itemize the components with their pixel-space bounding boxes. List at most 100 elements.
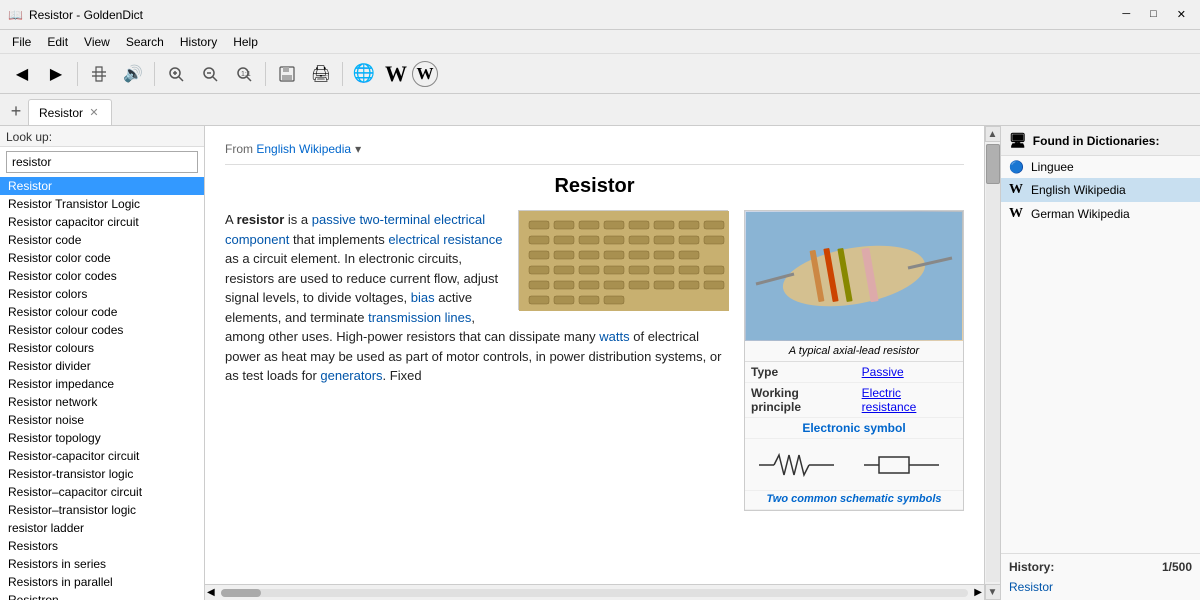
word-item[interactable]: Resistor color codes	[0, 267, 204, 285]
titlebar-left: 📖 Resistor - GoldenDict	[8, 8, 143, 22]
link-transmission-lines[interactable]: transmission lines	[368, 310, 471, 325]
monitor-icon: 🖥	[1009, 132, 1027, 149]
minimize-button[interactable]: ─	[1116, 6, 1136, 23]
content-area: From English Wikipedia ▾ Resistor	[205, 126, 984, 584]
menu-file[interactable]: File	[4, 33, 39, 51]
word-item[interactable]: Resistor colors	[0, 285, 204, 303]
dictionary-item[interactable]: WEnglish Wikipedia	[1001, 178, 1200, 202]
print-button[interactable]: 🖨	[305, 59, 337, 89]
word-item[interactable]: Resistor noise	[0, 411, 204, 429]
maximize-button[interactable]: □	[1144, 6, 1163, 23]
infobox-value-type[interactable]: Passive	[856, 362, 963, 383]
back-button[interactable]: ◀	[6, 59, 38, 89]
source-link[interactable]: English Wikipedia	[256, 142, 351, 156]
new-tab-button[interactable]: +	[4, 99, 28, 123]
word-item[interactable]: Resistor topology	[0, 429, 204, 447]
from-source: From English Wikipedia	[225, 142, 351, 156]
scan-button[interactable]	[83, 59, 115, 89]
infobox-row-working: Working principle Electric resistance	[745, 383, 963, 418]
word-item[interactable]: Resistor network	[0, 393, 204, 411]
tab-resistor[interactable]: Resistor ✕	[28, 99, 112, 125]
word-item[interactable]: Resistor–transistor logic	[0, 501, 204, 519]
lookup-label: Look up:	[0, 126, 204, 147]
word-item[interactable]: Resistors	[0, 537, 204, 555]
vscroll-up[interactable]: ▲	[985, 126, 1001, 142]
word-item[interactable]: Resistor impedance	[0, 375, 204, 393]
word-item[interactable]: Resistor-capacitor circuit	[0, 447, 204, 465]
history-section: History: 1/500 Resistor	[1001, 553, 1200, 600]
vscroll-track[interactable]	[986, 144, 1000, 582]
menu-view[interactable]: View	[76, 33, 118, 51]
word-item[interactable]: Resistor–capacitor circuit	[0, 483, 204, 501]
hscroll-right[interactable]: ▶	[972, 587, 984, 598]
audio-button[interactable]: 🔊	[117, 59, 149, 89]
dict-icon: W	[1009, 182, 1025, 198]
zoom-out-button[interactable]	[194, 59, 226, 89]
word-list: ResistorResistor Transistor LogicResisto…	[0, 177, 204, 600]
word-item[interactable]: Resistor	[0, 177, 204, 195]
word-item[interactable]: Resistor colours	[0, 339, 204, 357]
wikipedia-button-1[interactable]: W	[382, 60, 410, 88]
menu-history[interactable]: History	[172, 33, 225, 51]
zoom-reset-button[interactable]: 1:1	[228, 59, 260, 89]
wikipedia-button-2[interactable]: W	[412, 61, 438, 87]
hscroll-track[interactable]	[221, 589, 969, 597]
word-item[interactable]: Resistor divider	[0, 357, 204, 375]
infobox: A typical axial-lead resistor Type Passi…	[744, 210, 964, 511]
link-electrical-resistance[interactable]: electrical resistance	[388, 232, 502, 247]
word-item[interactable]: Resistor code	[0, 231, 204, 249]
forward-button[interactable]: ▶	[40, 59, 72, 89]
tabbar: + Resistor ✕	[0, 94, 1200, 126]
horizontal-scrollbar[interactable]: ◀ ▶	[205, 584, 984, 600]
search-input[interactable]	[6, 151, 198, 173]
word-item[interactable]: Resistor colour code	[0, 303, 204, 321]
infobox-row-symbol: Electronic symbol	[745, 418, 963, 439]
tab-close-button[interactable]: ✕	[87, 106, 101, 120]
dictionary-item[interactable]: 🔵 Linguee	[1001, 156, 1200, 178]
vertical-scrollbar[interactable]: ▲ ▼	[984, 126, 1000, 600]
svg-text:1:1: 1:1	[241, 71, 251, 78]
toolbar-separator-1	[77, 62, 78, 86]
infobox-image	[745, 211, 963, 341]
link-bias[interactable]: bias	[411, 290, 435, 305]
word-item[interactable]: Resistor-transistor logic	[0, 465, 204, 483]
entry-title: Resistor	[225, 175, 964, 198]
vscroll-down[interactable]: ▼	[985, 584, 1001, 600]
vscroll-thumb[interactable]	[986, 144, 1000, 184]
right-panel: 🖥 Found in Dictionaries: 🔵 Linguee WEnglis…	[1000, 126, 1200, 600]
word-item[interactable]: Resistor color code	[0, 249, 204, 267]
infobox-row-symbol-svg	[745, 439, 963, 491]
word-item[interactable]: Resistor capacitor circuit	[0, 213, 204, 231]
save-button[interactable]	[271, 59, 303, 89]
found-label: Found in Dictionaries:	[1033, 134, 1160, 148]
history-item[interactable]: Resistor	[1009, 578, 1192, 596]
close-button[interactable]: ✕	[1171, 6, 1192, 23]
hscroll-left[interactable]: ◀	[205, 587, 217, 598]
dict-label: Linguee	[1031, 160, 1074, 174]
zoom-in-button[interactable]	[160, 59, 192, 89]
word-item[interactable]: Resistors in parallel	[0, 573, 204, 591]
link-generators[interactable]: generators	[320, 368, 382, 383]
hscroll-thumb[interactable]	[221, 589, 261, 597]
history-text: History:	[1009, 560, 1054, 574]
word-item[interactable]: Resistor colour codes	[0, 321, 204, 339]
link-watts[interactable]: watts	[599, 329, 629, 344]
toolbar-separator-3	[265, 62, 266, 86]
left-panel: Look up: ResistorResistor Transistor Log…	[0, 126, 205, 600]
dict-icon: 🔵	[1009, 160, 1025, 174]
dropdown-icon[interactable]: ▾	[355, 142, 361, 156]
globe-button[interactable]: 🌐	[348, 59, 380, 89]
menu-search[interactable]: Search	[118, 33, 172, 51]
menu-help[interactable]: Help	[225, 33, 266, 51]
word-item[interactable]: resistor ladder	[0, 519, 204, 537]
word-item[interactable]: Resistors in series	[0, 555, 204, 573]
infobox-value-working[interactable]: Electric resistance	[856, 383, 963, 418]
history-label: History: 1/500	[1009, 560, 1192, 574]
from-header: From English Wikipedia ▾	[225, 136, 964, 165]
menubar: File Edit View Search History Help	[0, 30, 1200, 54]
word-item[interactable]: Resistron	[0, 591, 204, 600]
tab-label: Resistor	[39, 106, 83, 120]
dictionary-item[interactable]: WGerman Wikipedia	[1001, 202, 1200, 226]
menu-edit[interactable]: Edit	[39, 33, 76, 51]
word-item[interactable]: Resistor Transistor Logic	[0, 195, 204, 213]
